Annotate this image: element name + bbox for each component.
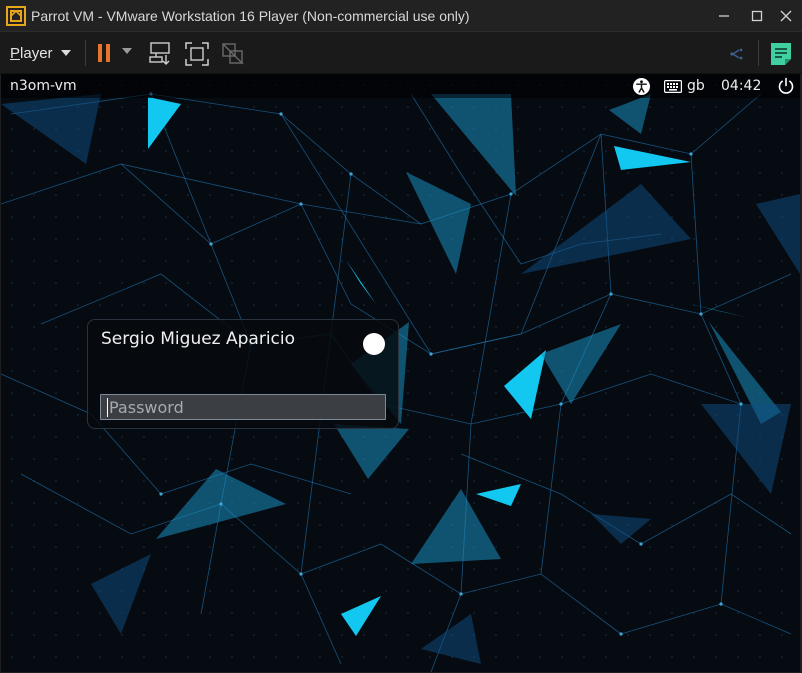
vmware-toolbar: Player <box>0 32 802 74</box>
pause-icon[interactable] <box>93 40 121 68</box>
power-icon[interactable] <box>777 77 795 95</box>
user-avatar <box>363 333 385 355</box>
keyboard-layout-indicator[interactable]: gb <box>687 78 705 94</box>
guest-top-bar: n3om-vm gb 04:42 <box>1 74 800 98</box>
player-menu-button[interactable]: Player <box>10 42 71 64</box>
accessibility-icon[interactable] <box>633 78 650 95</box>
player-menu-label: Player <box>10 44 53 62</box>
text-caret <box>107 398 108 417</box>
user-name: Sergio Miguez Aparicio <box>101 329 296 349</box>
login-panel: Sergio Miguez Aparicio <box>87 319 399 429</box>
pause-options-chevron-icon[interactable] <box>121 46 133 56</box>
chevron-down-icon <box>60 50 71 56</box>
maximize-icon[interactable] <box>745 4 769 28</box>
window-title-bar[interactable]: Parrot VM - VMware Workstation 16 Player… <box>0 0 802 32</box>
vmware-app-icon <box>6 6 26 26</box>
toolbar-separator <box>758 40 759 66</box>
toolbar-separator <box>85 40 86 66</box>
password-field[interactable] <box>100 394 386 420</box>
send-ctrl-alt-del-icon[interactable] <box>147 40 175 68</box>
remote-display-icon[interactable] <box>724 40 752 68</box>
vm-display[interactable]: n3om-vm gb 04:42 Sergio Miguez Aparicio <box>1 74 800 672</box>
keyboard-icon[interactable] <box>664 80 682 93</box>
close-icon[interactable] <box>774 4 798 28</box>
unity-icon[interactable] <box>219 40 247 68</box>
clock[interactable]: 04:42 <box>721 78 761 94</box>
window-title: Parrot VM - VMware Workstation 16 Player… <box>31 8 470 24</box>
notes-icon[interactable] <box>767 40 795 68</box>
minimize-icon[interactable] <box>712 4 736 28</box>
fullscreen-icon[interactable] <box>183 40 211 68</box>
hostname-label: n3om-vm <box>10 78 77 94</box>
